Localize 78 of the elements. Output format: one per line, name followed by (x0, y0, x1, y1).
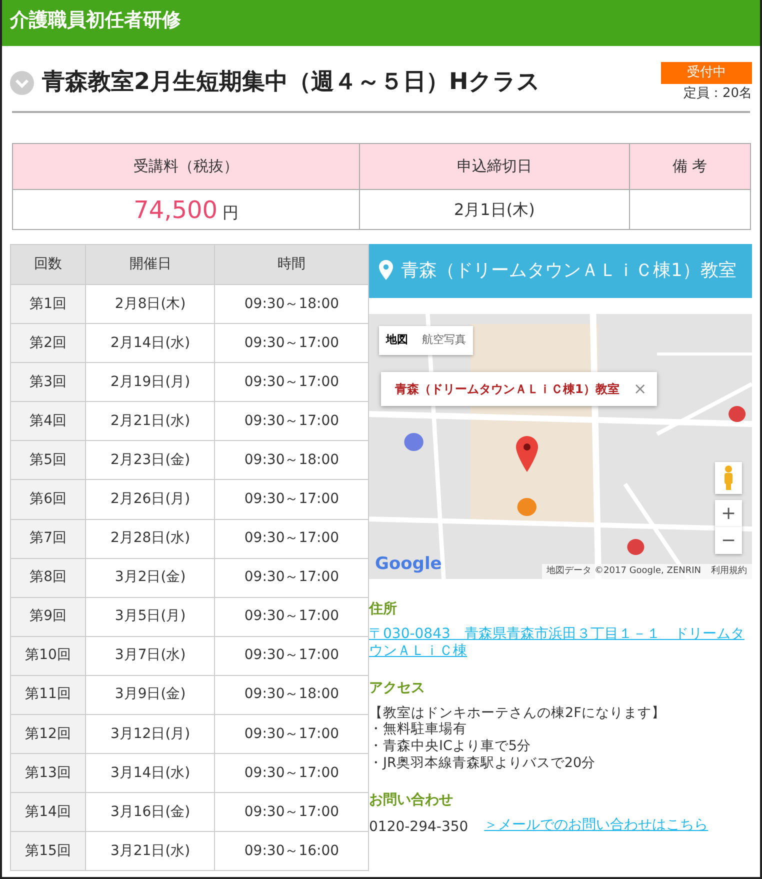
zoom-out-button[interactable]: − (715, 527, 742, 554)
table-cell: 第9回 (10, 597, 86, 636)
map-type-tab[interactable]: 航空写真 (415, 326, 473, 354)
table-cell: 09:30～17:00 (214, 324, 368, 363)
table-cell: 2月23日(金) (86, 440, 215, 480)
map-marker-icon[interactable] (516, 436, 538, 472)
venue-title-bar: 青森（ドリームタウンＡＬｉＣ棟1）教室 (369, 244, 752, 298)
column-header: 受講料（税抜） (12, 144, 360, 190)
table-cell: 2月1日(木) (360, 190, 630, 230)
section-heading: 住所 (369, 600, 398, 619)
table-cell: 3月7日(水) (86, 636, 215, 676)
table-cell: 2月14日(水) (86, 324, 215, 363)
table-cell: 09:30～18:00 (214, 675, 368, 715)
access-text: ・青森中央ICより車で5分 (369, 738, 532, 756)
table-cell: 09:30～17:00 (214, 792, 368, 832)
table-cell: 2月19日(月) (86, 362, 215, 402)
map-pin-icon (379, 260, 393, 280)
table-cell: 2月26日(月) (86, 480, 215, 520)
table-cell: 09:30～17:00 (214, 597, 368, 636)
status-badge: 受付中 (661, 62, 752, 84)
table-cell: 第2回 (10, 324, 86, 363)
map-type-tab[interactable]: 地図 (379, 326, 415, 354)
table-cell: 09:30～18:00 (214, 284, 368, 324)
attribution-text: 地図データ ©2017 Google, ZENRIN (546, 564, 702, 578)
section-heading: お問い合わせ (369, 791, 454, 810)
table-cell: 2月8日(木) (86, 284, 215, 324)
google-logo: Google (375, 552, 442, 576)
table-cell: 3月5日(月) (86, 597, 215, 636)
table-cell: 3月2日(金) (86, 558, 215, 598)
table-cell: 第14回 (10, 792, 86, 832)
table-cell: 09:30～17:00 (214, 480, 368, 520)
section-heading: アクセス (369, 678, 426, 698)
table-cell: 第5回 (10, 440, 86, 480)
course-title: 青森教室2月生短期集中（週４～５日）Hクラス (42, 68, 542, 98)
table-cell: 第8回 (10, 558, 86, 598)
zoom-in-button[interactable]: + (715, 500, 742, 527)
phone-number: 0120-294-350 (369, 818, 468, 838)
table-cell: 09:30～17:00 (214, 519, 368, 558)
table-cell: 3月21日(水) (86, 832, 215, 871)
table-cell: 第3回 (10, 362, 86, 402)
access-text: ・無料駐車場有 (369, 721, 468, 738)
capacity-text: 定員：20名 (682, 84, 752, 102)
table-cell: 第7回 (10, 519, 86, 558)
table-cell: 3月12日(月) (86, 714, 215, 754)
column-header: 申込締切日 (360, 144, 630, 190)
close-button[interactable]: × (633, 381, 647, 397)
chevron-down-icon (10, 70, 34, 94)
table-cell: 09:30～17:00 (214, 402, 368, 441)
table-cell: 3月14日(水) (86, 754, 215, 793)
table-cell: 3月9日(金) (86, 675, 215, 715)
table-cell: 第13回 (10, 754, 86, 793)
table-cell: 09:30～18:00 (214, 440, 368, 480)
column-header: 回数 (10, 244, 86, 284)
table-cell: 第11回 (10, 675, 86, 715)
table-cell: 2月28日(水) (86, 519, 215, 558)
info-window: 青森（ドリームタウンＡＬｉＣ棟1）教室 × (381, 372, 657, 406)
table-cell: 3月16日(金) (86, 792, 215, 832)
table-cell: 第10回 (10, 636, 86, 676)
table-cell: 第4回 (10, 402, 86, 441)
access-text: 【教室はドンキホーテさんの棟2Fになります】 (369, 704, 666, 722)
table-cell: 09:30～17:00 (214, 636, 368, 676)
table-cell: 2月21日(水) (86, 402, 215, 441)
table-cell: 第15回 (10, 832, 86, 871)
table-cell: 09:30～17:00 (214, 362, 368, 402)
access-text: ・JR奥羽本線青森駅よりバスで20分 (369, 755, 597, 772)
header-title: 介護職員初任者研修 (2, 0, 760, 46)
table-cell: 第12回 (10, 714, 86, 754)
table-cell: 09:30～17:00 (214, 558, 368, 598)
column-header: 時間 (214, 244, 368, 284)
table-cell: 09:30～16:00 (214, 832, 368, 871)
terms-link[interactable]: 利用規約 (706, 564, 752, 579)
table-cell: 第6回 (10, 480, 86, 520)
column-header: 備 考 (629, 144, 750, 190)
price-cell: 74,500 円 (12, 190, 360, 230)
table-cell: 第1回 (10, 284, 86, 324)
column-header: 開催日 (86, 244, 215, 284)
table-cell: 09:30～17:00 (214, 714, 368, 754)
table-cell: 09:30～17:00 (214, 754, 368, 793)
